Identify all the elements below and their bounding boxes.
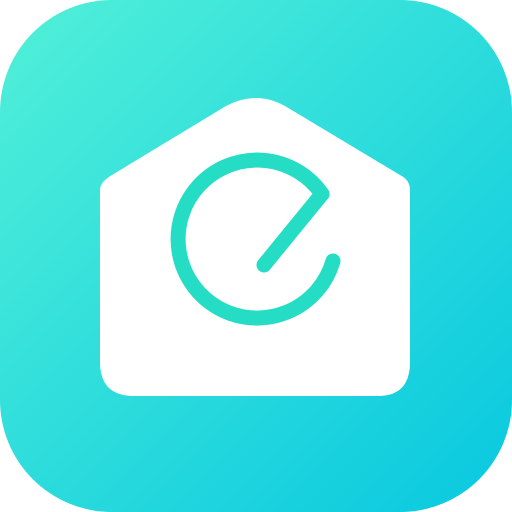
app-icon <box>0 0 512 512</box>
